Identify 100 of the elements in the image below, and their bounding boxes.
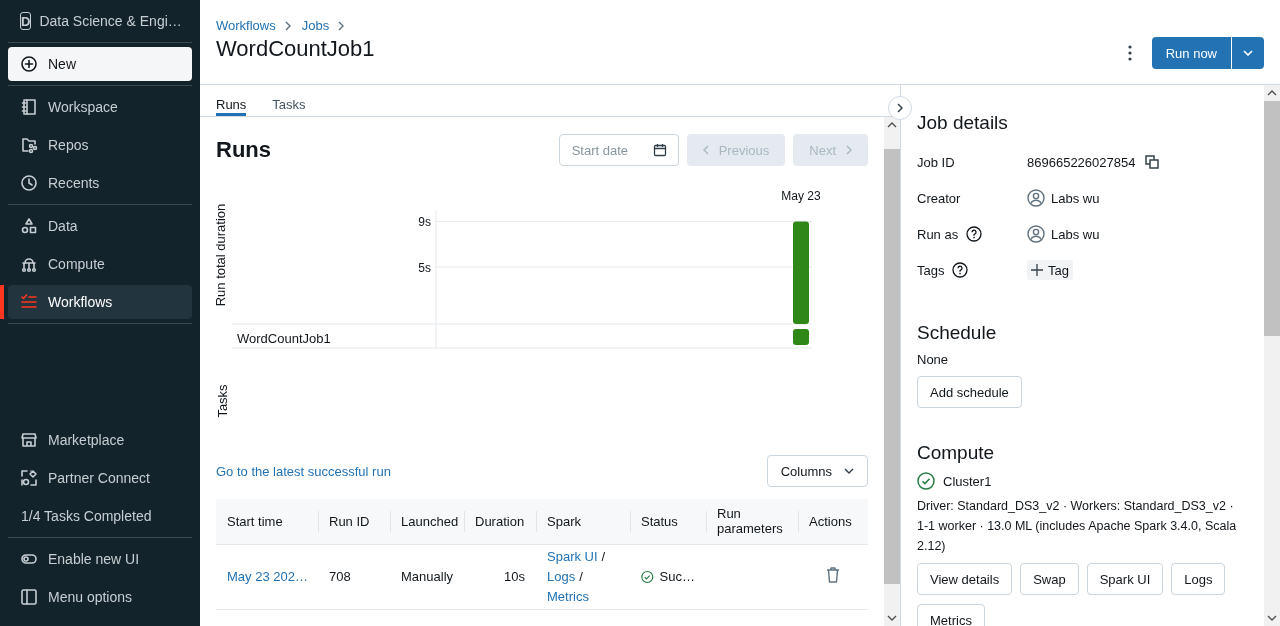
column-header: Status <box>641 513 678 529</box>
column-header: Spark <box>547 513 581 529</box>
table-cell: 708 <box>329 569 351 584</box>
axis-tick-label: May 23 <box>781 189 821 203</box>
column-header: Actions <box>809 513 852 529</box>
calendar-icon <box>652 143 667 157</box>
plug-shapes-icon <box>20 469 38 487</box>
user-name: Labs wu <box>1051 190 1100 206</box>
run-now-button[interactable]: Run now <box>1151 37 1231 69</box>
scroll-up-icon <box>1267 90 1277 96</box>
user-name: Labs wu <box>1051 226 1100 242</box>
field-label: Job ID <box>917 154 955 170</box>
page-title: WordCountJob1 <box>216 36 375 62</box>
schedule-value: None <box>917 352 950 367</box>
section-label: Run total duration <box>216 203 228 307</box>
task-run-marker[interactable] <box>793 329 809 345</box>
section-heading: Schedule <box>917 322 998 344</box>
clock-icon <box>20 174 38 192</box>
scroll-up-icon <box>887 122 897 128</box>
workspace-switcher[interactable]: Data Science & Engi… <box>39 13 182 29</box>
sidebar-item[interactable]: Repos <box>8 128 192 162</box>
sidebar-item[interactable]: Partner Connect <box>8 461 192 495</box>
kebab-icon <box>1127 45 1132 61</box>
table-cell: 10s <box>504 569 525 584</box>
run-options-button[interactable] <box>1232 37 1264 69</box>
sidebar-item[interactable]: Compute <box>8 247 192 281</box>
columns-dropdown[interactable]: Columns <box>766 455 868 487</box>
chevron-down-icon <box>1243 50 1253 56</box>
sidebar-item[interactable]: Recents <box>8 166 192 200</box>
storefront-icon <box>20 431 38 449</box>
trash-icon <box>826 567 840 583</box>
column-header: Launched <box>401 513 459 529</box>
compute-action-button[interactable]: Spark UI <box>1086 563 1164 595</box>
workspace-logo: D <box>20 12 32 30</box>
column-header: Run ID <box>329 513 370 529</box>
sidebar-item[interactable]: Enable new UI <box>8 542 192 576</box>
chevron-right-icon <box>337 20 346 31</box>
task-name: WordCountJob1 <box>237 331 331 346</box>
chevron-down-icon <box>844 468 854 474</box>
add-tag-button[interactable]: Tag <box>1027 260 1073 280</box>
chevron-right-icon <box>283 20 292 31</box>
scrollbar[interactable] <box>884 117 900 626</box>
checklist-icon <box>20 293 38 311</box>
tasks-progress: 1/4 Tasks Completed <box>20 507 153 526</box>
sidebar-item[interactable]: Data <box>8 209 192 243</box>
user-avatar-icon <box>1027 189 1045 207</box>
panel-icon <box>20 588 38 606</box>
folder-branch-icon <box>20 136 38 154</box>
compute-action-button[interactable]: Metrics <box>917 604 985 626</box>
cluster-description: Driver: Standard_DS3_v2 · Workers: Standard_DS3_v2 · 1-1 worker · 13.0 ML (includes Apache Spark 3.4.0, Scala 2.12) <box>917 498 1238 555</box>
plus-icon <box>1031 264 1043 276</box>
tab[interactable]: Tasks <box>272 85 306 116</box>
sidebar-item[interactable]: Marketplace <box>8 423 192 457</box>
separator: / <box>601 548 606 564</box>
user-avatar-icon <box>1027 225 1045 243</box>
copy-icon <box>1145 155 1160 169</box>
start-time-link[interactable]: May 23 202… <box>227 569 308 584</box>
breadcrumb-link[interactable]: Jobs <box>301 18 330 33</box>
compute-action-button[interactable]: Swap <box>1020 563 1079 595</box>
column-header: Run parameters <box>717 506 783 537</box>
breadcrumb-link[interactable]: Workflows <box>216 18 276 33</box>
section-heading: Runs <box>216 137 271 163</box>
sidebar-item[interactable]: Menu options <box>8 580 192 614</box>
field-label: Run as <box>917 226 959 242</box>
add-schedule-button[interactable]: Add schedule <box>917 376 1022 408</box>
sidebar-item[interactable]: Workspace <box>8 90 192 124</box>
section-heading: Job details <box>917 112 1009 134</box>
cluster-name: Cluster1 <box>943 473 992 489</box>
status-label: Suc… <box>659 569 695 584</box>
date-field[interactable]: Start date <box>558 134 679 166</box>
axis-tick-label: 9s <box>418 215 431 230</box>
scrollbar[interactable] <box>1264 85 1280 626</box>
table-cell: Manually <box>401 569 454 584</box>
notebook-icon <box>20 98 38 116</box>
scroll-down-icon <box>1267 615 1277 621</box>
field-label: Creator <box>917 190 961 206</box>
spark-link[interactable]: Spark UI <box>547 548 598 564</box>
separator: / <box>579 568 583 584</box>
plus-circle-icon <box>20 55 38 73</box>
scroll-down-icon <box>887 615 897 621</box>
chevron-right-icon <box>846 145 852 155</box>
spark-link[interactable]: Metrics <box>547 588 589 604</box>
shapes-icon <box>20 217 38 235</box>
chevron-right-icon <box>897 103 903 113</box>
field-label: Tags <box>917 262 945 278</box>
section-label: Tasks <box>216 384 230 418</box>
column-header: Duration <box>475 513 525 529</box>
chevron-left-icon <box>702 145 709 155</box>
spark-link[interactable]: Logs <box>547 568 576 584</box>
cloud-network-icon <box>20 255 38 273</box>
section-heading: Compute <box>917 442 996 464</box>
column-header: Start time <box>227 513 283 529</box>
compute-action-button[interactable]: View details <box>917 563 1013 595</box>
field-value: 869665226027854 <box>1027 154 1136 170</box>
collapse-button[interactable] <box>888 96 912 120</box>
new-button[interactable]: New <box>8 47 192 81</box>
compute-action-button[interactable]: Logs <box>1171 563 1226 595</box>
tab[interactable]: Runs <box>216 85 247 116</box>
axis-tick-label: 5s <box>418 261 431 275</box>
latest-run-link[interactable]: Go to the latest successful run <box>216 463 391 479</box>
